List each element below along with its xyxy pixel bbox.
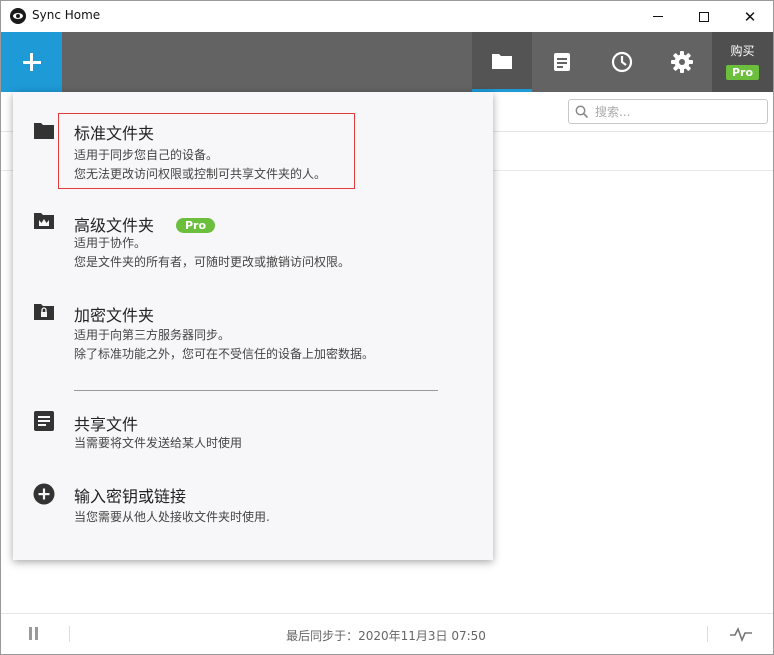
last-sync-text: 最后同步于：2020年11月3日 07:50 xyxy=(286,629,486,643)
maximize-icon xyxy=(699,11,709,22)
add-folder-menu: 标准文件夹 适用于同步您自己的设备。 您无法更改访问权限或控制可共享文件夹的人。… xyxy=(13,92,493,560)
close-button[interactable]: ✕ xyxy=(727,1,773,32)
menu-divider xyxy=(74,390,438,391)
minimize-icon xyxy=(653,16,663,17)
add-button[interactable] xyxy=(1,32,62,92)
pause-button[interactable] xyxy=(28,627,40,640)
menu-item-desc: 适用于向第三方服务器同步。 xyxy=(74,328,231,342)
gear-icon xyxy=(671,51,693,73)
status-separator xyxy=(707,626,708,642)
menu-item-title: 标准文件夹 xyxy=(74,124,155,143)
status-separator xyxy=(69,626,70,642)
menu-item-desc: 适用于协作。 xyxy=(74,236,147,250)
app-logo-icon xyxy=(10,8,26,24)
menu-item-title: 加密文件夹 xyxy=(74,306,155,325)
menu-item-desc: 您无法更改访问权限或控制可共享文件夹的人。 xyxy=(74,167,327,181)
menu-item-desc: 除了标准功能之外，您可在不受信任的设备上加密数据。 xyxy=(74,347,375,361)
buy-label: 购买 xyxy=(730,44,755,58)
menu-item-standard-folder[interactable]: 标准文件夹 适用于同步您自己的设备。 您无法更改访问权限或控制可共享文件夹的人。 xyxy=(13,112,493,192)
menu-item-desc: 当您需要从他人处接收文件夹时使用. xyxy=(74,510,270,524)
pause-icon xyxy=(29,627,32,640)
menu-item-desc: 适用于同步您自己的设备。 xyxy=(74,148,219,162)
menu-item-advanced-folder[interactable]: 高级文件夹 适用于协作。 您是文件夹的所有者，可随时更改或撤销访问权限。 xyxy=(13,205,493,285)
title-bar: Sync Home ✕ xyxy=(1,1,773,32)
clock-icon xyxy=(611,51,633,73)
maximize-button[interactable] xyxy=(681,1,727,32)
app-window: Sync Home ✕ 购买 Pro 搜索... 最后同步于：2020年11月3… xyxy=(0,0,774,655)
window-title: Sync Home xyxy=(32,8,101,22)
activity-icon[interactable] xyxy=(730,626,752,642)
close-icon: ✕ xyxy=(743,7,757,26)
tab-clock[interactable] xyxy=(592,32,652,92)
menu-item-share-file[interactable]: 共享文件 当需要将文件发送给某人时使用 xyxy=(13,404,493,464)
plus-circle-icon xyxy=(33,483,55,505)
tab-files[interactable] xyxy=(472,32,532,92)
folder-icon xyxy=(492,54,512,69)
menu-item-title: 高级文件夹 xyxy=(74,216,155,235)
menu-item-title: 输入密钥或链接 xyxy=(74,487,187,506)
menu-item-desc: 您是文件夹的所有者，可随时更改或撤销访问权限。 xyxy=(74,255,351,269)
history-icon xyxy=(554,53,570,71)
minimize-button[interactable] xyxy=(635,1,681,32)
crown-folder-icon xyxy=(34,213,54,229)
pro-badge: Pro xyxy=(726,65,759,80)
menu-item-enter-key[interactable]: 输入密钥或链接 当您需要从他人处接收文件夹时使用. xyxy=(13,476,493,536)
document-icon xyxy=(34,411,54,431)
search-icon xyxy=(575,105,589,119)
buy-button[interactable]: 购买 Pro xyxy=(712,32,773,92)
menu-item-encrypted-folder[interactable]: 加密文件夹 适用于向第三方服务器同步。 除了标准功能之外，您可在不受信任的设备上… xyxy=(13,295,493,375)
menu-item-title: 共享文件 xyxy=(74,415,139,434)
lock-folder-icon xyxy=(34,304,54,320)
folder-icon xyxy=(34,123,54,139)
tab-history[interactable] xyxy=(532,32,592,92)
pro-badge: Pro xyxy=(176,218,215,233)
main-toolbar: 购买 Pro xyxy=(1,32,773,92)
search-box[interactable] xyxy=(568,99,768,124)
tab-settings[interactable] xyxy=(652,32,712,92)
status-bar: 最后同步于：2020年11月3日 07:50 xyxy=(1,613,773,654)
search-input[interactable] xyxy=(595,103,763,120)
menu-item-desc: 当需要将文件发送给某人时使用 xyxy=(74,436,243,450)
